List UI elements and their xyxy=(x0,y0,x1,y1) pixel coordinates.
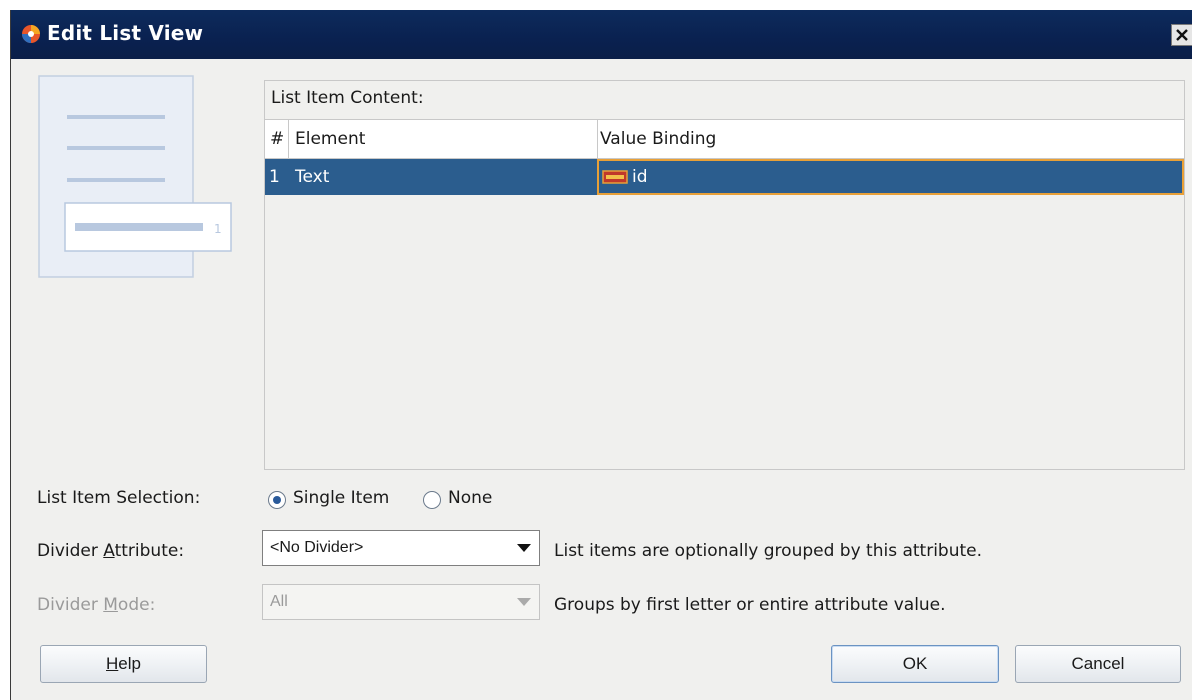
close-icon xyxy=(1176,29,1188,41)
preview-number: 1 xyxy=(214,222,222,236)
divider-mode-value: All xyxy=(270,593,288,610)
none-radio[interactable] xyxy=(423,491,441,509)
close-button[interactable] xyxy=(1171,24,1192,46)
divider-attribute-dropdown[interactable]: <No Divider> xyxy=(262,530,540,566)
row-element: Text xyxy=(295,167,330,187)
chevron-down-icon xyxy=(517,544,531,552)
divider-mode-dropdown[interactable]: All xyxy=(262,584,540,620)
list-item-content-table: # Element Value Binding 1 Text id xyxy=(265,119,1184,469)
table-header: # Element Value Binding xyxy=(265,119,1184,159)
app-logo-icon xyxy=(22,25,40,43)
column-header-value-binding[interactable]: Value Binding xyxy=(597,120,1184,158)
column-header-element[interactable]: Element xyxy=(288,120,598,158)
chevron-down-icon xyxy=(517,598,531,606)
list-item-selection-label: List Item Selection: xyxy=(37,488,201,508)
divider-attribute-label: Divider Attribute: xyxy=(37,541,185,561)
divider-attribute-value: <No Divider> xyxy=(270,539,364,556)
cancel-button[interactable]: Cancel xyxy=(1015,645,1181,683)
radio-selected-dot xyxy=(273,496,281,504)
ok-button[interactable]: OK xyxy=(831,645,999,683)
list-item-content-panel: List Item Content: # Element Value Bindi… xyxy=(264,80,1185,470)
list-item-content-caption: List Item Content: xyxy=(271,88,424,108)
none-label[interactable]: None xyxy=(448,488,492,508)
table-row[interactable]: 1 Text id xyxy=(265,159,1184,195)
divider-mode-hint: Groups by first letter or entire attribu… xyxy=(554,595,946,615)
single-item-label[interactable]: Single Item xyxy=(293,488,389,508)
title-bar[interactable]: Edit List View xyxy=(11,10,1192,59)
divider-mode-label: Divider Mode: xyxy=(37,595,156,615)
row-number: 1 xyxy=(269,167,280,187)
window-title: Edit List View xyxy=(47,21,204,45)
single-item-radio[interactable] xyxy=(268,491,286,509)
help-button[interactable]: Help xyxy=(40,645,207,683)
divider-attribute-hint: List items are optionally grouped by thi… xyxy=(554,541,983,561)
list-view-preview: 1 xyxy=(38,75,232,278)
value-binding-cell[interactable] xyxy=(597,159,1184,195)
column-header-number[interactable]: # xyxy=(270,120,284,158)
edit-list-view-dialog: Edit List View 1 List Item Content: # El… xyxy=(10,10,1192,700)
